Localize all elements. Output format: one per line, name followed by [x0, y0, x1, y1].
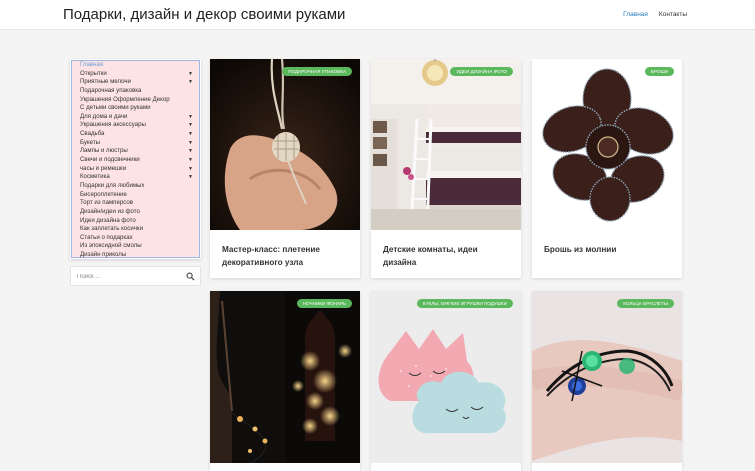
sidebar-item-label: Дизайн приколы	[80, 251, 127, 259]
post-title[interactable]: Детские комнаты, идеи дизайна	[383, 244, 511, 269]
sidebar-item-label: Украшения аксессуары	[80, 121, 146, 129]
sidebar-item-label: Бисероплетение	[80, 190, 127, 198]
chevron-down-icon[interactable]: ▼	[188, 121, 193, 130]
sidebar-item-photo-design[interactable]: Дизайн/идеи из фото	[72, 208, 199, 217]
category-select-list[interactable]: Главная Открытки ▼ Приятные мелочи ▼ Подар…	[71, 60, 200, 258]
post-thumbnail[interactable]	[210, 59, 360, 230]
sidebar-item-home[interactable]: Главная	[72, 61, 199, 70]
post-card[interactable]: ПОДАРОЧНАЯ УПАКОВКА Мастер-класс: плетен…	[210, 59, 360, 278]
sidebar-item-cosmetics[interactable]: Косметика ▼	[72, 173, 199, 182]
sidebar-item-label: Дизайн/идеи из фото	[80, 207, 140, 215]
post-card[interactable]: ИДЕИ ДИЗАЙНА ФОТО Детские комнаты, идеи …	[371, 59, 521, 278]
post-card[interactable]: НОЧНИКИ ФОНАРЬ	[210, 291, 360, 471]
post-thumbnail[interactable]	[210, 291, 360, 463]
search-input[interactable]	[77, 271, 177, 282]
sidebar-item-home-garden[interactable]: Для дома и дачи ▼	[72, 113, 199, 122]
post-thumbnail[interactable]	[532, 291, 682, 463]
main-nav: Главная Контакты	[623, 11, 687, 18]
post-thumbnail[interactable]	[371, 59, 521, 230]
post-title[interactable]: Брошь из молнии	[544, 244, 672, 257]
sidebar-item-with-kids[interactable]: С детьми своими руками	[72, 104, 199, 113]
chevron-down-icon[interactable]: ▼	[188, 165, 193, 174]
post-thumbnail[interactable]	[371, 291, 521, 463]
sidebar-item-label: Букеты	[80, 138, 101, 146]
sidebar-item-candles[interactable]: Свечи и подсвечники ▼	[72, 156, 199, 165]
sidebar-item-label: С детьми своими руками	[80, 104, 151, 112]
sidebar-item-label: Свечи и подсвечники	[80, 156, 140, 164]
chevron-down-icon[interactable]: ▼	[188, 147, 193, 156]
sidebar-item-label: Статьи о подарках	[80, 233, 133, 241]
sidebar-item-nice-things[interactable]: Приятные мелочи ▼	[72, 78, 199, 87]
sidebar-item-label: Идеи дизайна фото	[80, 216, 136, 224]
category-badge[interactable]: НОЧНИКИ ФОНАРЬ	[296, 299, 352, 308]
sidebar-item-label: Открытки	[80, 69, 107, 77]
nav-home-link[interactable]: Главная	[623, 11, 648, 18]
post-card[interactable]: КУКЛЫ, МЯГКИЕ ИГРУШКИ ПОДУШКИ	[371, 291, 521, 471]
sidebar-item-cards[interactable]: Открытки ▼	[72, 70, 199, 79]
sidebar-item-label: Лампы и люстры	[80, 147, 128, 155]
sidebar-item-gift-wrap[interactable]: Подарочная упаковка	[72, 87, 199, 96]
sidebar-item-label: Свадьба	[80, 130, 105, 138]
sidebar-item-watches[interactable]: часы и ремешки ▼	[72, 165, 199, 174]
sidebar-item-bouquets[interactable]: Букеты ▼	[72, 139, 199, 148]
chevron-down-icon[interactable]: ▼	[188, 113, 193, 122]
nav-contacts-link[interactable]: Контакты	[659, 11, 687, 18]
category-badge[interactable]: ИДЕИ ДИЗАЙНА ФОТО	[450, 67, 513, 76]
sidebar-item-articles[interactable]: Статьи о подарках	[72, 234, 199, 243]
sidebar-item-label: Главная	[80, 61, 104, 68]
sidebar-item-label: часы и ремешки	[80, 164, 127, 172]
sidebar-item-diaper-cake[interactable]: Торт из памперсов	[72, 199, 199, 208]
sidebar-item-label: Украшения Оформление Декор	[80, 95, 170, 103]
category-badge[interactable]: БРОШИ	[644, 67, 674, 76]
sidebar-item-label: Подарочная упаковка	[80, 86, 142, 94]
search-form	[70, 266, 201, 286]
sidebar-item-beading[interactable]: Бисероплетение	[72, 191, 199, 200]
post-title[interactable]: Мастер-класс: плетение декоративного узл…	[222, 244, 350, 269]
sidebar-item-label: Из эпоксидной смолы	[80, 242, 142, 250]
sidebar-item-label: Косметика	[80, 173, 110, 181]
chevron-down-icon[interactable]: ▼	[188, 130, 193, 139]
chevron-down-icon[interactable]: ▼	[188, 70, 193, 79]
sidebar-item-decor[interactable]: Украшения Оформление Декор	[72, 96, 199, 105]
sidebar-item-braids[interactable]: Как заплетать косички	[72, 225, 199, 234]
sidebar-item-lamps[interactable]: Лампы и люстры ▼	[72, 147, 199, 156]
sidebar-item-accessories[interactable]: Украшения аксессуары ▼	[72, 121, 199, 130]
site-header: Подарки, дизайн и декор своими руками Гл…	[0, 0, 755, 30]
category-badge[interactable]: ПОДАРОЧНАЯ УПАКОВКА	[282, 67, 352, 76]
post-card[interactable]: КОЛЬЦА БРАСЛЕТЫ	[532, 291, 682, 471]
sidebar-item-label: Торт из памперсов	[80, 199, 133, 207]
sidebar-item-wedding[interactable]: Свадьба ▼	[72, 130, 199, 139]
search-icon[interactable]	[186, 272, 195, 281]
sidebar-item-epoxy[interactable]: Из эпоксидной смолы	[72, 242, 199, 251]
chevron-down-icon[interactable]: ▼	[188, 156, 193, 165]
sidebar-item-gifts-loved[interactable]: Подарки для любимых	[72, 182, 199, 191]
chevron-down-icon[interactable]: ▼	[188, 78, 193, 87]
chevron-down-icon[interactable]: ▼	[188, 139, 193, 148]
site-title[interactable]: Подарки, дизайн и декор своими руками	[63, 6, 345, 23]
sidebar-item-label: Приятные мелочи	[80, 78, 131, 86]
category-badge[interactable]: КОЛЬЦА БРАСЛЕТЫ	[617, 299, 674, 308]
category-badge[interactable]: КУКЛЫ, МЯГКИЕ ИГРУШКИ ПОДУШКИ	[416, 299, 513, 308]
sidebar-item-label: Как заплетать косички	[80, 225, 143, 233]
sidebar-item-label: Для дома и дачи	[80, 112, 128, 120]
sidebar-item-funny-design[interactable]: Дизайн приколы	[72, 251, 199, 260]
sidebar-item-label: Подарки для любимых	[80, 181, 145, 189]
sidebar-menu-widget: Главная Открытки ▼ Приятные мелочи ▼ Подар…	[70, 59, 201, 259]
chevron-down-icon[interactable]: ▼	[188, 173, 193, 182]
sidebar-item-photo-ideas[interactable]: Идеи дизайна фото	[72, 217, 199, 226]
post-thumbnail[interactable]	[532, 59, 682, 230]
post-card[interactable]: БРОШИ Брошь из молнии	[532, 59, 682, 278]
